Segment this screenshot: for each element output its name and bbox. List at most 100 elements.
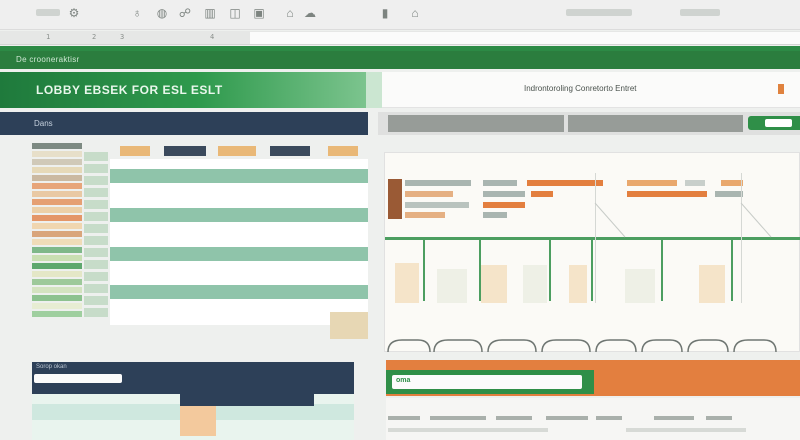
form-body: [32, 394, 354, 440]
timeline-marker: [423, 237, 425, 301]
gantt-chart: [385, 173, 800, 303]
pin-icon[interactable]: ☍: [178, 6, 192, 20]
selected-cell[interactable]: [330, 312, 368, 339]
period-block: [523, 265, 547, 303]
row-label: [32, 191, 82, 197]
banner: LOBBY EBSEK FOR ESL ESLT: [0, 72, 366, 108]
tab-right[interactable]: [568, 115, 743, 132]
task-bar: [483, 180, 517, 186]
col-num: [84, 152, 108, 161]
ruler-track: [250, 32, 800, 44]
row-pill: [430, 416, 486, 420]
row-label: [32, 247, 82, 253]
toolbar-placeholder: [36, 9, 60, 16]
toolbar: ⚙ ♁ ◍ ☍ ▥ ◫ ▣ ⌂ ☁ ▮ ⌂: [0, 0, 800, 30]
column-header[interactable]: [218, 146, 256, 156]
column-header[interactable]: [120, 146, 150, 156]
row-marker: [388, 179, 402, 219]
col-num: [84, 308, 108, 317]
column-header[interactable]: [328, 146, 358, 156]
shield-icon[interactable]: ◫: [228, 6, 242, 20]
row-label: [32, 183, 82, 189]
task-bar: [483, 191, 525, 197]
section-bar: Dans: [0, 112, 368, 135]
bracket: [487, 339, 537, 353]
timeline-marker: [661, 237, 663, 301]
bracket-row: [387, 339, 777, 353]
ruler: 1 2 3 4: [0, 31, 800, 45]
row-label: [32, 159, 82, 165]
row-pill: [596, 416, 622, 420]
row-label: [32, 143, 82, 149]
form-cell[interactable]: [180, 406, 216, 436]
toggle-knob[interactable]: [765, 119, 792, 127]
row-label: [32, 279, 82, 285]
task-bar: [527, 180, 603, 186]
col-num: [84, 284, 108, 293]
banner-divider: [366, 72, 382, 108]
globe-icon[interactable]: ◍: [155, 6, 169, 20]
grid-row-stripe: [110, 285, 368, 299]
grid-row-stripe: [110, 169, 368, 183]
row-pill: [654, 416, 694, 420]
task-bar: [483, 202, 525, 208]
col-num: [84, 296, 108, 305]
col-num: [84, 176, 108, 185]
bracket: [541, 339, 591, 353]
value-input[interactable]: oma: [392, 375, 582, 389]
form-input[interactable]: [34, 374, 122, 383]
file-bar: De crooneraktisr: [0, 51, 800, 69]
right-header-title: Indrontoroling Conretorto Entret: [524, 84, 637, 93]
task-bar: [405, 212, 445, 218]
home2-icon[interactable]: ⌂: [408, 6, 422, 20]
column-header[interactable]: [164, 146, 206, 156]
form-tab[interactable]: [180, 394, 314, 406]
home-icon[interactable]: ⌂: [283, 6, 297, 20]
form-header: Sorop okan: [32, 362, 354, 394]
dependency-link: [594, 202, 626, 238]
row-label: [32, 303, 82, 309]
right-header: Indrontoroling Conretorto Entret: [382, 72, 800, 108]
task-bar: [483, 212, 507, 218]
row-label: [32, 287, 82, 293]
grid-row-stripe: [110, 208, 368, 222]
header-accent: [778, 84, 784, 94]
row-label: [32, 207, 82, 213]
col-num: [84, 248, 108, 257]
row-label: [32, 199, 82, 205]
gift-icon[interactable]: ♁: [130, 6, 144, 20]
cup-icon[interactable]: ▣: [252, 6, 266, 20]
bracket: [387, 339, 431, 353]
task-bar: [721, 180, 743, 186]
value-input-text: oma: [396, 377, 411, 384]
grid-guide: [595, 173, 596, 303]
col-num: [84, 188, 108, 197]
row-label: [32, 215, 82, 221]
column-header[interactable]: [270, 146, 310, 156]
col-num: [84, 236, 108, 245]
task-bar: [715, 191, 743, 197]
cloud-icon[interactable]: ☁: [303, 6, 317, 20]
toolbar-search-placeholder[interactable]: [566, 9, 632, 16]
row-pill: [496, 416, 532, 420]
ruler-tick: 3: [120, 33, 125, 41]
grid-row-stripe: [110, 247, 368, 261]
left-spreadsheet: [30, 143, 370, 339]
timeline-marker: [549, 237, 551, 301]
file-bar-label: De crooneraktisr: [16, 55, 80, 64]
bracket: [433, 339, 483, 353]
row-label: [32, 151, 82, 157]
sheet-grid[interactable]: [110, 159, 368, 325]
task-bar: [627, 180, 677, 186]
fire-icon[interactable]: ▥: [203, 6, 217, 20]
tab-left[interactable]: [388, 115, 564, 132]
section-bar-label: Dans: [34, 119, 53, 128]
bell-icon[interactable]: ▮: [378, 6, 392, 20]
timeline-marker: [591, 237, 593, 301]
gear-icon[interactable]: ⚙: [67, 6, 81, 20]
row-label: [32, 239, 82, 245]
col-num: [84, 260, 108, 269]
period-block: [569, 265, 587, 303]
grid-guide: [741, 173, 742, 303]
column-numbers: [84, 152, 108, 320]
